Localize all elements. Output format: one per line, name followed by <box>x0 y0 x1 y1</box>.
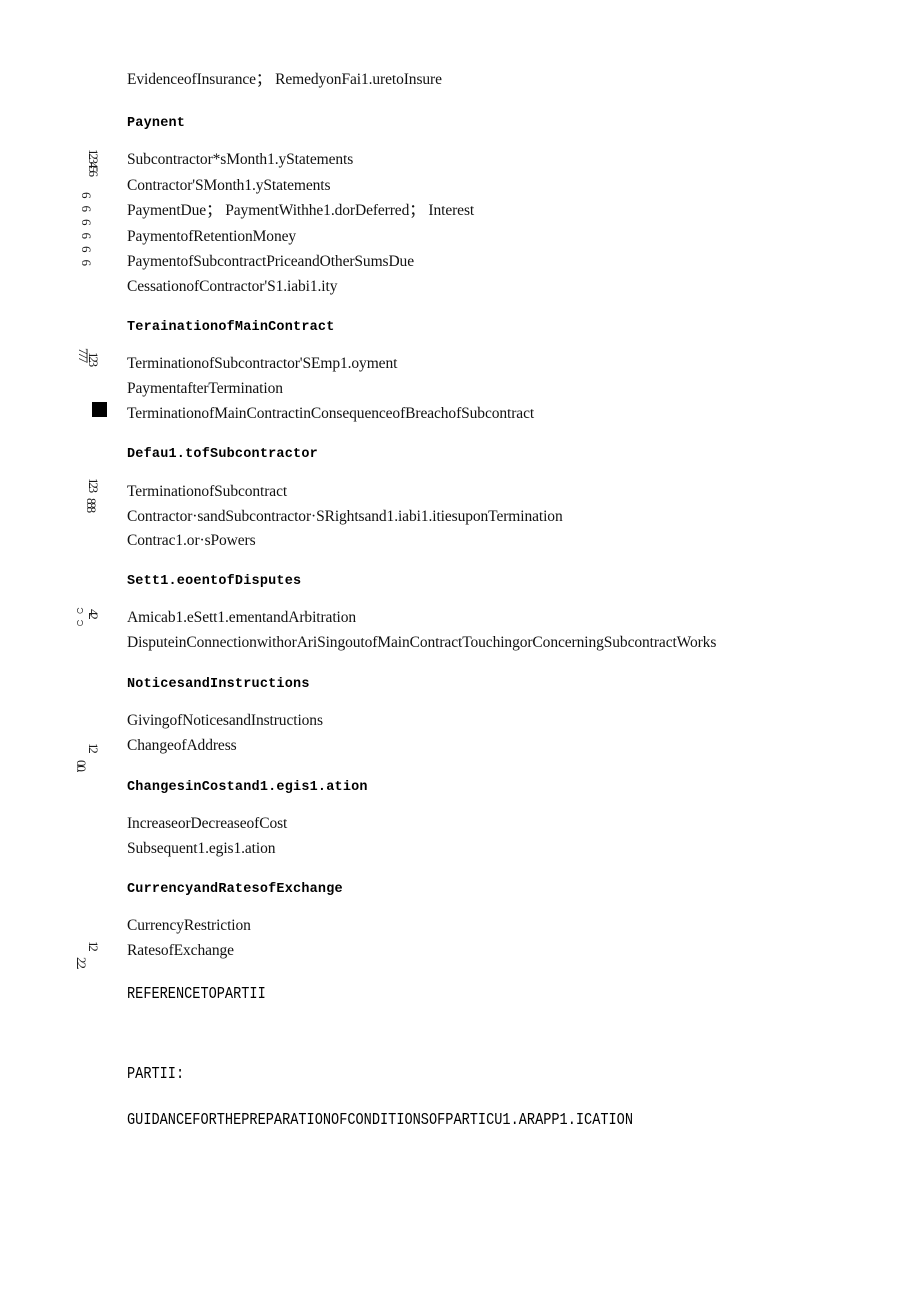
section-heading-settlement-of-disputes: Sett1.eoentofDisputes <box>127 574 302 589</box>
text-line-currency-restriction: CurrencyRestriction <box>127 917 251 934</box>
text-line-contractors-and-subcontractors-rights: Contractor·sandSubcontractor·SRightsand1… <box>127 508 563 525</box>
margin-clause-dots-default: 888 <box>84 498 99 511</box>
text-line-subcontractors-monthly-statements: Subcontractor*sMonth1.yStatements <box>127 151 354 168</box>
text-line-termination-of-subcontractors-employment: TerminationofSubcontractor'SEmp1.oyment <box>127 355 398 372</box>
footer-reference-to-part-ii: REFERENCETOPARTII <box>127 985 266 1004</box>
margin-clause-dots-termination-main: 777 <box>76 348 91 361</box>
section-heading-default-of-subcontractor: Defau1.tofSubcontractor <box>127 447 318 462</box>
text-line-payment-of-subcontract-price: PaymentofSubcontractPriceandOtherSumsDue <box>127 253 414 270</box>
text-line-amicable-settlement-and-arbitration: Amicab1.eSett1.ementandArbitration <box>127 609 357 626</box>
section-heading-termination-of-main-contract: TerainationofMainContract <box>127 320 335 335</box>
text-line-dispute-in-connection-with-main-contract: DisputeinConnectionwithorAriSingoutofMai… <box>127 634 717 651</box>
margin-clause-dots-notices: 0.0. <box>74 760 89 771</box>
margin-clause-dots-currency: 2.2. <box>74 957 89 968</box>
text-line-contractors-monthly-statements: Contractor'SMonth1.yStatements <box>127 177 331 194</box>
section-heading-payment: Paynent <box>127 116 186 131</box>
text-line-payment-due: PaymentDue； PaymentWithhe1.dorDeferred； … <box>127 202 475 219</box>
text-line-termination-main-contract-breach: TerminationofMainContractinConsequenceof… <box>127 405 535 422</box>
document-page: EvidenceofInsurance； RemedyonFai1.uretoI… <box>0 0 920 1301</box>
text-line-change-of-address: ChangeofAddress <box>127 737 237 754</box>
text-line-giving-of-notices-and-instructions: GivingofNoticesandInstructions <box>127 712 323 729</box>
margin-clause-dots-payment: 666666 <box>79 192 94 273</box>
margin-clause-numbers-default: 123 <box>86 478 101 491</box>
text-line-contractors-powers: Contrac1.or·sPowers <box>127 532 256 549</box>
text-line-payment-after-termination: PaymentafterTermination <box>127 380 283 397</box>
text-line-increase-or-decrease-of-cost: IncreaseorDecreaseofCost <box>127 815 288 832</box>
section-heading-currency-and-rates-of-exchange: CurrencyandRatesofExchange <box>127 882 343 897</box>
margin-clause-dots-disputes: ၁၁ <box>74 607 89 632</box>
text-line-rates-of-exchange: RatesofExchange <box>127 942 234 959</box>
text-line-evidence-of-insurance: EvidenceofInsurance； RemedyonFai1.uretoI… <box>127 71 442 88</box>
section-heading-changes-in-cost-and-legislation: ChangesinCostand1.egis1.ation <box>127 780 368 795</box>
text-line-termination-of-subcontract: TerminationofSubcontract <box>127 483 288 500</box>
text-line-subsequent-legislation: Subsequent1.egis1.ation <box>127 840 276 857</box>
footer-part-ii-label: PARTII: <box>127 1065 185 1084</box>
margin-clause-numbers-payment: 123456 <box>86 149 101 175</box>
text-line-payment-of-retention-money: PaymentofRetentionMoney <box>127 228 297 245</box>
text-line-cessation-of-contractors-liability: CessationofContractor'S1.iabi1.ity <box>127 278 338 295</box>
margin-clause-numbers-currency: 12 <box>86 941 101 950</box>
footer-guidance-title: GUIDANCEFORTHEPREPARATIONOFCONDITIONSOFP… <box>127 1111 634 1130</box>
ocr-black-square-artifact <box>92 402 107 417</box>
margin-clause-numbers-notices: 12 <box>86 743 101 752</box>
section-heading-notices-and-instructions: NoticesandInstructions <box>127 677 310 692</box>
